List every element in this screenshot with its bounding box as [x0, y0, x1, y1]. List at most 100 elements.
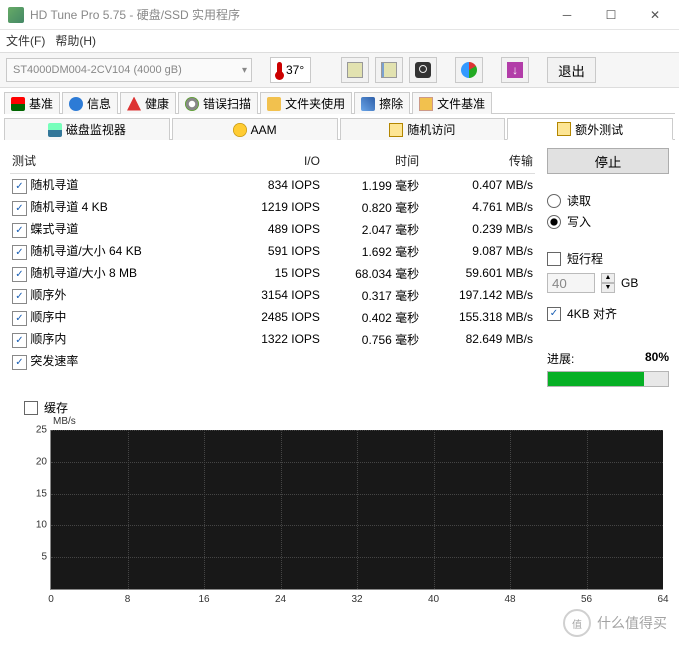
- camera-icon: [415, 62, 431, 78]
- table-row[interactable]: 随机寻道834 IOPS1.199 毫秒0.407 MB/s: [10, 174, 535, 197]
- temperature-value: 37°: [286, 63, 304, 77]
- table-row[interactable]: 随机寻道 4 KB1219 IOPS0.820 毫秒4.761 MB/s: [10, 196, 535, 218]
- y-tick: 5: [27, 552, 47, 563]
- random-icon: [389, 123, 403, 137]
- table-row[interactable]: 顺序中2485 IOPS0.402 毫秒155.318 MB/s: [10, 306, 535, 328]
- folder-icon: [267, 97, 281, 111]
- checkbox-4kb-align[interactable]: 4KB 对齐: [547, 305, 669, 322]
- spin-down[interactable]: ▼: [601, 283, 615, 293]
- temperature-display: 37°: [270, 57, 311, 83]
- cell-time: 0.756 毫秒: [322, 328, 421, 350]
- radio-read[interactable]: 读取: [547, 192, 669, 209]
- test-name: 随机寻道: [30, 178, 78, 192]
- minimize-tray-button[interactable]: [501, 57, 529, 83]
- save-icon: [381, 62, 397, 78]
- options-button[interactable]: [455, 57, 483, 83]
- tab-erase[interactable]: 擦除: [354, 92, 410, 114]
- test-name: 顺序中: [30, 310, 66, 324]
- radio-write[interactable]: 写入: [547, 213, 669, 230]
- spin-up[interactable]: ▲: [601, 273, 615, 283]
- minimize-button[interactable]: ─: [545, 1, 589, 29]
- x-tick: 24: [275, 594, 286, 605]
- test-name: 突发速率: [30, 354, 78, 368]
- menu-file[interactable]: 文件(F): [6, 32, 45, 50]
- tab-folder-usage[interactable]: 文件夹使用: [260, 92, 352, 114]
- x-tick: 8: [125, 594, 131, 605]
- erase-icon: [361, 97, 375, 111]
- cell-io: 2485 IOPS: [231, 306, 322, 328]
- x-tick: 56: [581, 594, 592, 605]
- progress-value: 80%: [645, 350, 669, 367]
- benchmark-icon: [11, 97, 25, 111]
- tab-file-benchmark[interactable]: 文件基准: [412, 92, 492, 114]
- table-row[interactable]: 顺序内 1322 IOPS0.756 毫秒82.649 MB/s: [10, 328, 535, 350]
- test-name: 随机寻道/大小 8 MB: [30, 266, 137, 280]
- close-button[interactable]: ✕: [633, 1, 677, 29]
- tab-disk-monitor[interactable]: 磁盘监视器: [4, 118, 170, 140]
- copy-icon: [347, 62, 363, 78]
- title-bar: HD Tune Pro 5.75 - 硬盘/SSD 实用程序 ─ ☐ ✕: [0, 0, 679, 30]
- tab-benchmark[interactable]: 基准: [4, 92, 60, 114]
- tab-extra-tests[interactable]: 额外测试: [507, 118, 673, 140]
- screenshot-button[interactable]: [409, 57, 437, 83]
- tab-aam[interactable]: AAM: [172, 118, 338, 140]
- y-tick: 10: [27, 520, 47, 531]
- tab-health[interactable]: 健康: [120, 92, 176, 114]
- watermark: 值 什么值得买: [563, 609, 667, 637]
- row-checkbox[interactable]: [12, 333, 27, 348]
- test-name: 顺序外: [30, 288, 66, 302]
- x-tick: 48: [504, 594, 515, 605]
- row-checkbox[interactable]: [12, 223, 27, 238]
- stop-button[interactable]: 停止: [547, 148, 669, 174]
- maximize-button[interactable]: ☐: [589, 1, 633, 29]
- menu-bar: 文件(F) 帮助(H): [0, 30, 679, 52]
- table-row[interactable]: 随机寻道/大小 64 KB591 IOPS1.692 毫秒9.087 MB/s: [10, 240, 535, 262]
- cell-io: 1322 IOPS: [231, 328, 322, 350]
- col-time[interactable]: 时间: [322, 148, 421, 174]
- exit-button[interactable]: 退出: [547, 57, 596, 83]
- table-row[interactable]: 蝶式寻道489 IOPS2.047 毫秒0.239 MB/s: [10, 218, 535, 240]
- row-checkbox[interactable]: [12, 179, 27, 194]
- table-row[interactable]: 顺序外3154 IOPS0.317 毫秒197.142 MB/s: [10, 284, 535, 306]
- checkbox-cache[interactable]: 缓存: [24, 399, 663, 416]
- col-test[interactable]: 测试: [10, 148, 231, 174]
- table-row[interactable]: 突发速率: [10, 350, 535, 372]
- col-io[interactable]: I/O: [231, 148, 322, 174]
- test-name: 随机寻道 4 KB: [30, 200, 107, 214]
- test-name: 顺序内: [30, 332, 66, 346]
- row-checkbox[interactable]: [12, 355, 27, 370]
- save-button[interactable]: [375, 57, 403, 83]
- x-tick: 0: [48, 594, 54, 605]
- short-stroke-input[interactable]: [547, 273, 595, 293]
- copy-button[interactable]: [341, 57, 369, 83]
- row-checkbox[interactable]: [12, 289, 27, 304]
- cell-transfer: 82.649 MB/s: [421, 328, 535, 350]
- row-checkbox[interactable]: [12, 201, 27, 216]
- tab-error-scan[interactable]: 错误扫描: [178, 92, 258, 114]
- row-checkbox[interactable]: [12, 267, 27, 282]
- col-transfer[interactable]: 传输: [421, 148, 535, 174]
- row-checkbox[interactable]: [12, 311, 27, 326]
- cell-io: 834 IOPS: [231, 174, 322, 197]
- file-icon: [419, 97, 433, 111]
- cell-transfer: 155.318 MB/s: [421, 306, 535, 328]
- cell-time: 0.820 毫秒: [322, 196, 421, 218]
- cell-transfer: [421, 350, 535, 372]
- cell-io: 15 IOPS: [231, 262, 322, 284]
- y-axis-unit: MB/s: [53, 416, 76, 427]
- tab-random-access[interactable]: 随机访问: [340, 118, 506, 140]
- cell-io: 3154 IOPS: [231, 284, 322, 306]
- tab-info[interactable]: 信息: [62, 92, 118, 114]
- checkbox-short-stroke[interactable]: 短行程: [547, 250, 669, 267]
- cell-time: 1.692 毫秒: [322, 240, 421, 262]
- cell-time: 68.034 毫秒: [322, 262, 421, 284]
- test-name: 随机寻道/大小 64 KB: [30, 244, 141, 258]
- drive-select[interactable]: ST4000DM004-2CV104 (4000 gB): [6, 58, 252, 82]
- gb-label: GB: [621, 276, 638, 290]
- side-panel: 停止 读取 写入 短行程 ▲▼ GB 4KB 对齐 进展: 80%: [547, 148, 669, 387]
- menu-help[interactable]: 帮助(H): [55, 32, 96, 50]
- tab-row-1: 基准 信息 健康 错误扫描 文件夹使用 擦除 文件基准: [4, 92, 675, 114]
- table-row[interactable]: 随机寻道/大小 8 MB15 IOPS68.034 毫秒59.601 MB/s: [10, 262, 535, 284]
- scan-icon: [185, 97, 199, 111]
- row-checkbox[interactable]: [12, 245, 27, 260]
